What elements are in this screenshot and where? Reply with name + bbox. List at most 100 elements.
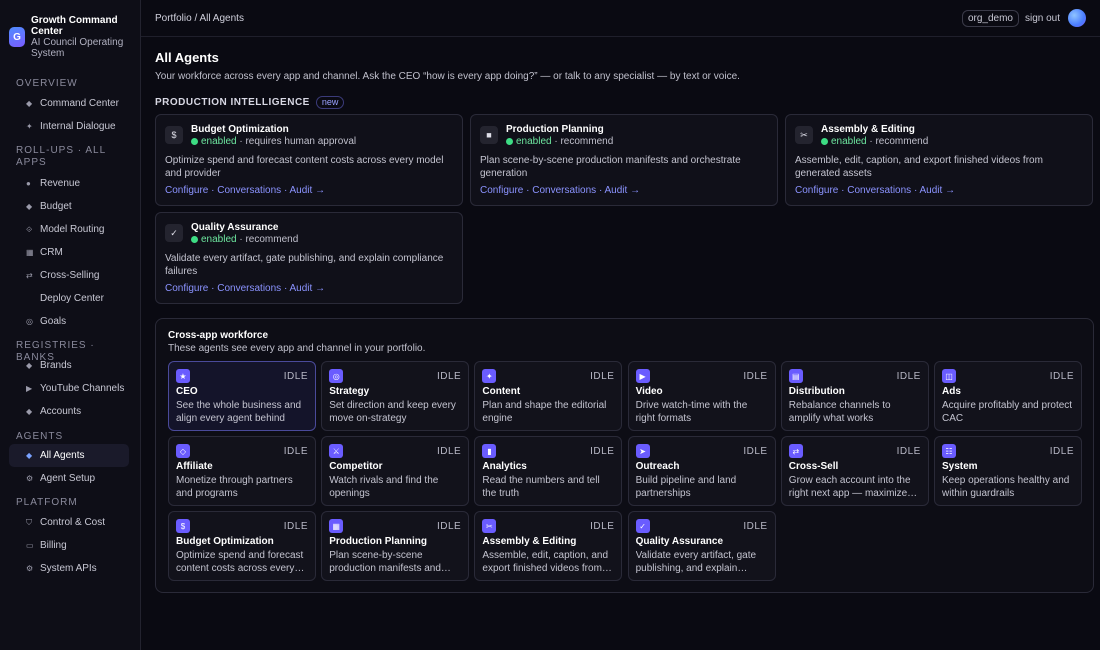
brand[interactable]: G Growth Command Center AI Council Opera…: [0, 0, 140, 64]
agent-name: CEO: [176, 386, 198, 397]
diamond-icon: ◆: [26, 99, 33, 108]
configure-link[interactable]: Configure: [480, 185, 523, 196]
production-card-status: enabled · requires human approval: [191, 136, 356, 148]
diamond-icon: ◆: [26, 202, 33, 211]
agent-status: IDLE: [896, 446, 921, 457]
sidebar-item-crm[interactable]: ▦ CRM: [9, 241, 129, 264]
agent-status: IDLE: [1049, 446, 1074, 457]
sign-out-link[interactable]: sign out: [1025, 13, 1060, 24]
configure-link[interactable]: Configure: [165, 283, 208, 294]
agent-name: Strategy: [329, 386, 370, 397]
diamond-icon: ◆: [26, 451, 33, 460]
audit-link[interactable]: Audit →: [290, 185, 326, 196]
sidebar-item-label: All Agents: [40, 450, 85, 461]
agent-card-distribution[interactable]: ▤ IDLE Distribution Rebalance channels to a…: [780, 361, 929, 431]
clipboard-icon: ▦: [329, 519, 344, 533]
agent-card-assembly-editing[interactable]: ✂ IDLE Assembly & Editing Assemble, edit, c…: [474, 511, 623, 581]
agent-card-competitor[interactable]: ⚔ IDLE Competitor Watch rivals and find the…: [321, 436, 470, 506]
cross-app-subtitle: These agents see every app and channel i…: [168, 343, 426, 354]
agent-card-outreach[interactable]: ➤ IDLE Outreach Build pipeline and land par…: [627, 436, 776, 506]
server-icon: ☷: [942, 444, 956, 458]
scissors-icon: ✂: [482, 519, 497, 533]
agent-card-production-planning[interactable]: ▦ IDLE Production Planning Plan scene-by-sc…: [321, 511, 470, 581]
agent-desc: Assemble, edit, caption, and export fini…: [482, 550, 612, 574]
agent-status: IDLE: [436, 371, 462, 382]
sidebar-item-deploy-center[interactable]: Deploy Center: [9, 287, 129, 310]
brand-subtitle: AI Council Operating System: [31, 37, 124, 59]
sidebar-item-control-cost[interactable]: ⛉ Control & Cost: [9, 511, 129, 534]
brand-logo-icon: G: [9, 27, 25, 47]
agent-name: Competitor: [329, 461, 383, 472]
gear-icon: ⚙: [26, 474, 34, 483]
agent-status: IDLE: [436, 446, 462, 457]
agent-card-quality-assurance[interactable]: ✓ IDLE Quality Assurance Validate every art…: [627, 511, 776, 581]
conversations-link[interactable]: Conversations: [217, 185, 281, 196]
audit-link[interactable]: Audit →: [605, 185, 641, 196]
agent-desc: Plan and shape the editorial engine: [482, 400, 607, 424]
diamond-icon: ◆: [26, 407, 33, 416]
sidebar-item-revenue[interactable]: ● Revenue: [9, 172, 129, 195]
link-icon: ◇: [176, 444, 190, 458]
sidebar-item-label: Accounts: [40, 406, 82, 417]
agent-desc: Build pipeline and land partnerships: [635, 475, 737, 499]
sidebar-item-label: Budget: [40, 201, 72, 212]
sidebar-item-all-agents[interactable]: ◆ All Agents: [9, 444, 129, 467]
swap-icon: ⇄: [26, 271, 33, 280]
audit-link[interactable]: Audit →: [920, 185, 956, 196]
sidebar-item-internal-dialogue[interactable]: ✦ Internal Dialogue: [9, 115, 129, 138]
sidebar-item-label: Goals: [40, 316, 67, 327]
sidebar-item-command-center[interactable]: ◆ Command Center: [9, 92, 129, 115]
sidebar-item-accounts[interactable]: ◆ Accounts: [9, 400, 129, 423]
conversations-link[interactable]: Conversations: [532, 185, 596, 196]
agent-desc: Monetize through partners and programs: [176, 475, 293, 499]
card-icon: ▭: [26, 541, 34, 550]
production-card-desc: Validate every artifact, gate publishing…: [165, 253, 444, 277]
breadcrumb[interactable]: Portfolio / All Agents: [155, 13, 244, 24]
agent-card-content[interactable]: ✦ IDLE Content Plan and shape the editorial…: [474, 361, 623, 431]
sidebar-item-label: Agent Setup: [40, 473, 96, 484]
agent-status: IDLE: [743, 446, 768, 457]
sidebar-item-label: Billing: [40, 540, 67, 551]
agent-card-cross-sell[interactable]: ⇄ IDLE Cross-Sell Grow each account into th…: [780, 436, 929, 506]
send-icon: ➤: [635, 444, 650, 458]
sidebar-item-system-apis[interactable]: ⚙ System APIs: [9, 557, 129, 580]
grid-icon: ▦: [26, 248, 34, 257]
sidebar-item-youtube-channels[interactable]: ▶ YouTube Channels: [9, 377, 129, 400]
conversations-link[interactable]: Conversations: [847, 185, 911, 196]
chart-icon: ▮: [482, 444, 497, 458]
sidebar-item-agent-setup[interactable]: ⚙ Agent Setup: [9, 467, 129, 490]
sidebar-item-goals[interactable]: ◎ Goals: [9, 310, 129, 333]
audit-link[interactable]: Audit →: [290, 283, 326, 294]
topbar: Portfolio / All Agents org_demo sign out: [141, 0, 1100, 37]
agent-card-video[interactable]: ▶ IDLE Video Drive watch-time with the righ…: [627, 361, 776, 431]
sidebar-item-billing[interactable]: ▭ Billing: [9, 534, 129, 557]
org-selector[interactable]: org_demo: [961, 9, 1019, 27]
agent-desc: Plan scene-by-scene production manifests…: [329, 550, 451, 574]
avatar[interactable]: [1068, 9, 1086, 27]
configure-link[interactable]: Configure: [165, 185, 208, 196]
sidebar-item-brands[interactable]: ◆ Brands: [9, 354, 129, 377]
gear-icon: ⚙: [26, 564, 34, 573]
production-card-desc: Optimize spend and forecast content cost…: [165, 155, 444, 179]
sidebar-item-model-routing[interactable]: ⟐ Model Routing: [9, 218, 129, 241]
agent-card-ads[interactable]: ◫ IDLE Ads Acquire profitably and protect C…: [934, 361, 1082, 431]
agent-name: Cross-Sell: [788, 461, 839, 472]
agent-card-budget-optimization[interactable]: $ IDLE Budget Optimization Optimize spend a…: [168, 511, 316, 581]
agent-card-ceo[interactable]: ★ IDLE CEO See the whole business and align…: [168, 361, 316, 431]
sidebar-item-cross-selling[interactable]: ⇄ Cross-Selling: [9, 264, 129, 287]
agent-card-system[interactable]: ☷ IDLE System Keep operations healthy and w…: [934, 436, 1082, 506]
configure-link[interactable]: Configure: [795, 185, 838, 196]
conversations-link[interactable]: Conversations: [217, 283, 281, 294]
agent-card-strategy[interactable]: ◎ IDLE Strategy Set direction and keep ever…: [321, 361, 470, 431]
agent-desc: Rebalance channels to amplify what works: [788, 400, 891, 424]
agent-card-analytics[interactable]: ▮ IDLE Analytics Read the numbers and tell …: [474, 436, 623, 506]
link-separator: ·: [208, 185, 218, 196]
sidebar-item-budget[interactable]: ◆ Budget: [9, 195, 129, 218]
agent-status: IDLE: [283, 371, 308, 382]
status-dot-icon: [506, 138, 513, 145]
sidebar-item-label: Model Routing: [40, 224, 105, 235]
agent-status: IDLE: [283, 446, 308, 457]
agent-desc: Acquire profitably and protect CAC: [942, 400, 1073, 424]
play-icon: ▶: [635, 369, 650, 383]
agent-card-affiliate[interactable]: ◇ IDLE Affiliate Monetize through partners …: [168, 436, 316, 506]
